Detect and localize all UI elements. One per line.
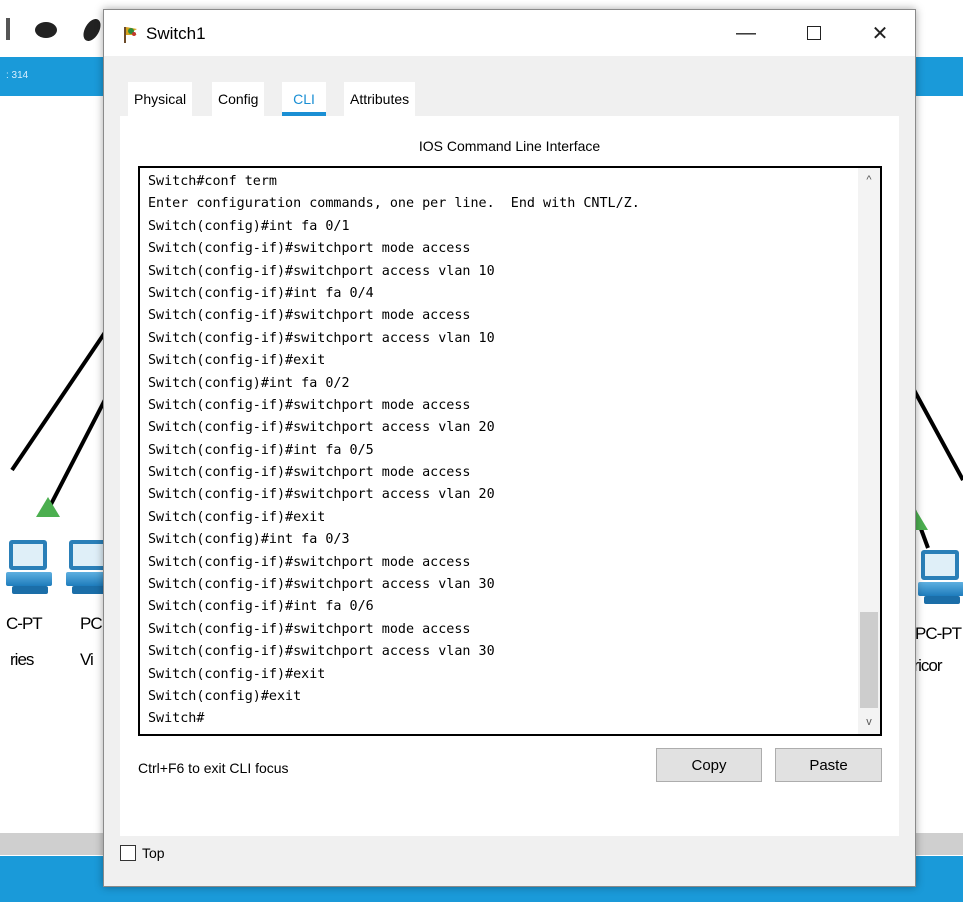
tab-cli-label: CLI (293, 91, 315, 107)
cli-line: Enter configuration commands, one per li… (148, 196, 640, 212)
close-button[interactable]: ✕ (856, 10, 904, 56)
cli-line: Switch(config-if)#switchport access vlan… (148, 263, 495, 279)
cli-line: Switch# (148, 711, 205, 727)
panel-heading: IOS Command Line Interface (418, 138, 601, 154)
cli-console[interactable]: Switch#conf term Enter configuration comm… (138, 166, 882, 736)
title-bar[interactable]: Switch1 — ✕ (104, 10, 915, 56)
close-icon: ✕ (871, 22, 889, 45)
cli-line: Switch(config-if)#switchport mode access (148, 241, 471, 257)
device-label: Vi (80, 650, 94, 669)
maximize-button[interactable] (790, 10, 838, 56)
device-window: Switch1 — ✕ Physical Config CLI Attribut… (103, 9, 916, 887)
device-label: PC-PT (915, 624, 962, 643)
cli-line: Switch(config)#exit (148, 688, 302, 704)
cli-line: Switch(config-if)#switchport access vlan… (148, 644, 495, 660)
cli-line: Switch(config-if)#exit (148, 509, 326, 525)
tab-bar: Physical Config CLI Attributes (120, 82, 899, 116)
paste-button[interactable]: Paste (775, 748, 882, 782)
tab-config[interactable]: Config (212, 82, 265, 116)
cli-line: Switch(config-if)#switchport mode access (148, 554, 471, 570)
scroll-thumb[interactable] (860, 612, 878, 708)
toolbar-icons (6, 18, 101, 41)
cli-line: Switch(config-if)#int fa 0/4 (148, 285, 374, 301)
top-option: Top (120, 845, 165, 861)
device-label: ries (10, 650, 34, 669)
minimize-button[interactable]: — (722, 10, 770, 56)
cli-line: Switch(config-if)#exit (148, 353, 326, 369)
cli-line: Switch(config-if)#switchport mode access (148, 621, 471, 637)
scroll-down-icon[interactable]: v (858, 712, 880, 732)
copy-button[interactable]: Copy (656, 748, 762, 782)
cli-line: Switch(config-if)#switchport mode access (148, 465, 471, 481)
cli-line: Switch(config-if)#switchport access vlan… (148, 330, 495, 346)
pc-device-icon[interactable] (918, 550, 963, 612)
minimize-icon: — (736, 21, 756, 44)
device-label: C-PT (6, 614, 43, 633)
cli-line: Switch(config-if)#int fa 0/5 (148, 442, 374, 458)
cli-line: Switch(config-if)#exit (148, 666, 326, 682)
cli-line: Switch(config)#int fa 0/3 (148, 532, 350, 548)
cli-scrollbar[interactable]: ^ v (858, 168, 880, 734)
cli-panel: IOS Command Line Interface Switch#conf t… (120, 116, 899, 836)
tab-cli[interactable]: CLI (282, 82, 326, 116)
cli-line: Switch(config)#int fa 0/2 (148, 375, 350, 391)
cli-output[interactable]: Switch#conf term Enter configuration comm… (148, 171, 848, 731)
cli-focus-hint: Ctrl+F6 to exit CLI focus (138, 760, 289, 776)
cli-line: Switch(config-if)#int fa 0/6 (148, 599, 374, 615)
workspace-toolbar (0, 12, 110, 48)
top-checkbox[interactable] (120, 845, 136, 861)
tab-physical[interactable]: Physical (128, 82, 193, 116)
packet-tracer-app-icon (124, 27, 137, 43)
cli-line: Switch(config-if)#switchport mode access (148, 397, 471, 413)
device-label: PC (80, 614, 103, 633)
cli-line: Switch(config-if)#switchport access vlan… (148, 487, 495, 503)
maximize-icon (807, 26, 821, 40)
cli-line: Switch(config)#int fa 0/1 (148, 218, 350, 234)
cli-line: Switch#conf term (148, 174, 277, 189)
top-label: Top (142, 845, 165, 861)
tab-attributes[interactable]: Attributes (344, 82, 416, 116)
cli-line: Switch(config-if)#switchport access vlan… (148, 577, 495, 593)
scroll-up-icon[interactable]: ^ (858, 170, 880, 190)
pc-device-icon[interactable] (6, 540, 54, 602)
cli-line: Switch(config-if)#switchport access vlan… (148, 420, 495, 436)
cli-line: Switch(config-if)#switchport mode access (148, 308, 471, 324)
workspace-band-label: : 314 (6, 70, 29, 81)
link-status-up-icon (36, 497, 60, 517)
window-title: Switch1 (146, 24, 206, 43)
